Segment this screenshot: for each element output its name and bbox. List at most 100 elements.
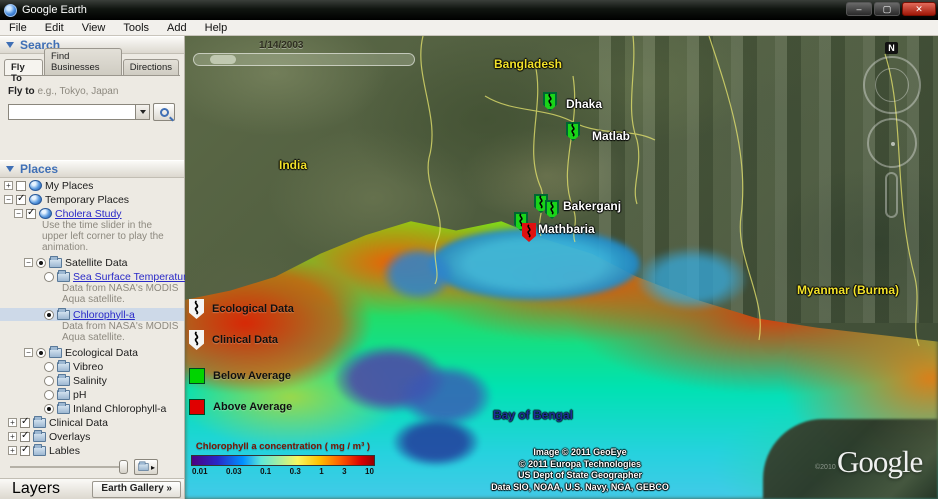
chlorophyll-colorbar: Chlorophyll a concentration ( mg / m³ ) …	[191, 441, 375, 476]
look-joystick-inner-ring	[875, 68, 909, 102]
tree-item-temporary-places[interactable]: Temporary Places	[0, 193, 184, 206]
minimize-button[interactable]	[846, 2, 872, 16]
checkbox-checked[interactable]	[16, 195, 26, 205]
folder-icon	[57, 376, 70, 386]
tree-item-inland-chlorophyll-a[interactable]: Inland Chlorophyll-a	[0, 402, 184, 415]
tree-label[interactable]: Lables	[49, 445, 80, 457]
tree-label[interactable]: Clinical Data	[49, 417, 108, 429]
checkbox-checked[interactable]	[20, 446, 30, 456]
radio-unchecked[interactable]	[44, 362, 54, 372]
tree-item-vibreo[interactable]: Vibreo	[0, 360, 184, 373]
menu-help[interactable]: Help	[196, 21, 237, 35]
places-tree: My Places Temporary Places Cholera Study…	[0, 178, 184, 457]
collapse-icon[interactable]	[24, 258, 33, 267]
legend-label: Above Average	[213, 401, 292, 413]
slider-knob[interactable]	[119, 460, 128, 474]
globe-icon	[39, 208, 52, 219]
tree-label[interactable]: Vibreo	[73, 361, 103, 373]
fly-to-input[interactable]	[8, 104, 136, 120]
tab-directions[interactable]: Directions	[123, 59, 179, 75]
radio-checked[interactable]	[36, 258, 46, 268]
tree-link-label[interactable]: Sea Surface Temperature	[73, 271, 192, 283]
menu-tools[interactable]: Tools	[114, 21, 158, 35]
tree-item-ecological-data[interactable]: Ecological Data	[0, 346, 184, 359]
search-button[interactable]	[153, 103, 175, 121]
folder-icon	[57, 272, 70, 282]
tab-fly-to[interactable]: Fly To	[4, 59, 43, 75]
tree-item-chlorophyll-a[interactable]: Chlorophyll-a	[0, 308, 184, 321]
tree-label[interactable]: pH	[73, 389, 86, 401]
places-bottom-controls	[0, 456, 184, 478]
add-content-button[interactable]	[134, 459, 158, 475]
map-viewport[interactable]: 1/14/2003 Bangladesh India Myanmar (Burm…	[185, 36, 938, 499]
time-slider-date: 1/14/2003	[259, 40, 304, 51]
collapse-triangle-icon[interactable]	[6, 166, 14, 172]
menu-file[interactable]: File	[0, 21, 36, 35]
tree-label[interactable]: Inland Chlorophyll-a	[73, 403, 166, 415]
radio-unchecked[interactable]	[44, 376, 54, 386]
layers-panel-header[interactable]: Layers Earth Gallery »	[0, 478, 184, 499]
maximize-button[interactable]	[874, 2, 900, 16]
google-earth-app-icon	[4, 4, 17, 17]
menu-add[interactable]: Add	[158, 21, 196, 35]
tree-item-my-places[interactable]: My Places	[0, 179, 184, 192]
radio-checked[interactable]	[44, 310, 54, 320]
tree-label[interactable]: Temporary Places	[45, 194, 129, 206]
tree-item-salinity[interactable]: Salinity	[0, 374, 184, 387]
move-joystick[interactable]	[867, 118, 917, 168]
compass-north-button[interactable]: N	[885, 42, 898, 54]
label-matlab: Matlab	[592, 129, 630, 143]
tick-label: 10	[365, 467, 374, 476]
tree-label[interactable]: Ecological Data	[65, 347, 138, 359]
menu-edit[interactable]: Edit	[36, 21, 73, 35]
tree-item-clinical-data[interactable]: Clinical Data	[0, 416, 184, 429]
tree-item-overlays[interactable]: Overlays	[0, 430, 184, 443]
collapse-icon[interactable]	[4, 195, 13, 204]
expand-icon[interactable]	[4, 181, 13, 190]
tree-item-satellite-data[interactable]: Satellite Data	[0, 256, 184, 269]
tree-link-label[interactable]: Cholera Study	[55, 208, 122, 220]
checkbox-checked[interactable]	[26, 209, 36, 219]
tree-item-sea-surface-temperature[interactable]: Sea Surface Temperature	[0, 270, 184, 283]
fly-to-dropdown-button[interactable]	[136, 104, 150, 120]
tab-find-businesses[interactable]: Find Businesses	[44, 48, 122, 75]
close-button[interactable]	[902, 2, 936, 16]
expand-icon[interactable]	[8, 418, 17, 427]
tree-label[interactable]: Satellite Data	[65, 257, 127, 269]
layers-panel-title: Layers	[12, 480, 60, 498]
tick-label: 1	[319, 467, 323, 476]
checkbox-checked[interactable]	[20, 432, 30, 442]
globe-icon	[29, 180, 42, 191]
checkbox-unchecked[interactable]	[16, 181, 26, 191]
tree-item-cholera-study[interactable]: Cholera Study	[0, 207, 184, 220]
collapse-icon[interactable]	[24, 348, 33, 357]
country-border-lines	[185, 36, 938, 499]
radio-unchecked[interactable]	[44, 390, 54, 400]
checkbox-checked[interactable]	[20, 418, 30, 428]
label-india: India	[279, 158, 307, 172]
places-scroll-slider[interactable]	[10, 466, 128, 468]
tree-item-ph[interactable]: pH	[0, 388, 184, 401]
expand-icon[interactable]	[8, 432, 17, 441]
tree-link-label[interactable]: Chlorophyll-a	[73, 309, 135, 321]
places-panel-header[interactable]: Places	[0, 160, 184, 178]
expand-icon[interactable]	[8, 446, 17, 455]
title-bar[interactable]: Google Earth	[0, 0, 938, 20]
time-slider[interactable]	[193, 53, 415, 66]
search-tabs: Fly To Find Businesses Directions	[4, 59, 180, 76]
menu-view[interactable]: View	[73, 21, 115, 35]
collapse-triangle-icon[interactable]	[6, 42, 14, 48]
tree-label[interactable]: My Places	[45, 180, 93, 192]
tree-label[interactable]: Salinity	[73, 375, 107, 387]
fly-to-label: Fly to	[8, 86, 35, 97]
earth-gallery-button[interactable]: Earth Gallery »	[92, 481, 181, 498]
sidebar: Search Fly To Find Businesses Directions…	[0, 36, 185, 499]
attribution-line: © 2011 Europa Technologies	[435, 459, 725, 471]
radio-checked[interactable]	[44, 404, 54, 414]
collapse-icon[interactable]	[14, 209, 23, 218]
radio-unchecked[interactable]	[44, 272, 54, 282]
radio-checked[interactable]	[36, 348, 46, 358]
tree-label[interactable]: Overlays	[49, 431, 90, 443]
time-slider-handle[interactable]	[210, 55, 236, 64]
zoom-slider[interactable]	[885, 172, 898, 218]
